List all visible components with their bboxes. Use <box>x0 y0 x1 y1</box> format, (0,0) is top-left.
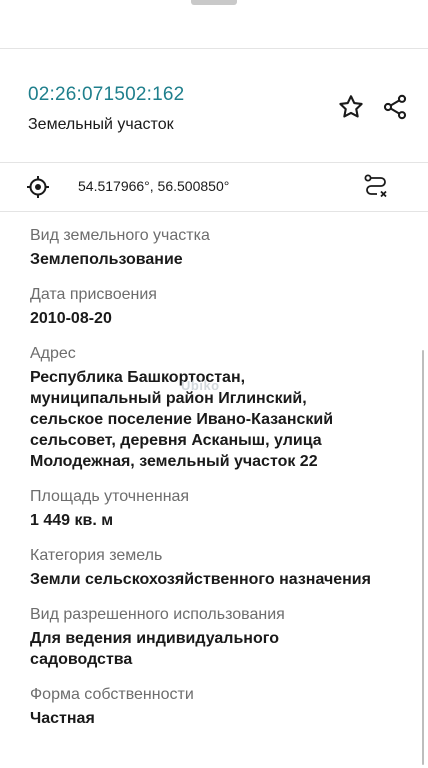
field-value: Для ведения индивидуального садоводства <box>30 630 279 668</box>
field-label: Вид земельного участка <box>30 227 210 244</box>
field-value: Республика Башкортостан, муниципальный р… <box>30 369 334 470</box>
crosshair-icon <box>27 176 49 198</box>
share-icon <box>383 94 407 120</box>
divider <box>0 211 428 212</box>
header-actions <box>336 92 410 122</box>
watermark: Ubiko <box>181 378 220 393</box>
field-label: Адрес <box>30 345 76 362</box>
field-label: Площадь уточненная <box>30 488 190 505</box>
field-label: Дата присвоения <box>30 286 157 303</box>
favorite-button[interactable] <box>336 92 366 122</box>
field-value: 2010-08-20 <box>30 310 112 327</box>
scrollbar[interactable] <box>421 350 424 765</box>
field-label: Форма собственности <box>30 686 194 703</box>
divider <box>0 48 428 49</box>
field-permitted-use: Вид разрешенного использования Для веден… <box>30 605 410 670</box>
field-label: Категория земель <box>30 547 163 564</box>
field-land-category: Категория земель Земли сельскохозяйствен… <box>30 546 410 590</box>
field-value: Землепользование <box>30 251 183 268</box>
sheet-drag-handle[interactable] <box>191 0 237 5</box>
field-label: Вид разрешенного использования <box>30 606 285 623</box>
object-type: Земельный участок <box>28 116 174 133</box>
field-value: 1 449 кв. м <box>30 512 114 529</box>
share-button[interactable] <box>380 92 410 122</box>
field-address: Адрес Республика Башкортостан, муниципал… <box>30 344 410 472</box>
field-value: Земли сельскохозяйственного назначения <box>30 571 371 588</box>
field-land-type: Вид земельного участка Землепользование <box>30 226 410 270</box>
field-value: Частная <box>30 710 95 727</box>
parcel-details: Вид земельного участка Землепользование … <box>30 226 410 744</box>
parcel-header: 02:26:071502:162 Земельный участок <box>28 82 328 136</box>
field-area: Площадь уточненная 1 449 кв. м <box>30 487 410 531</box>
coordinates-row: 54.517966°, 56.500850° <box>0 163 428 211</box>
field-assignment-date: Дата присвоения 2010-08-20 <box>30 285 410 329</box>
route-button[interactable] <box>362 173 390 206</box>
field-ownership: Форма собственности Частная <box>30 685 410 729</box>
route-icon <box>364 174 387 198</box>
star-icon <box>339 95 363 118</box>
cadastral-number[interactable]: 02:26:071502:162 <box>28 82 328 108</box>
coordinates-text[interactable]: 54.517966°, 56.500850° <box>78 178 229 194</box>
locate-button[interactable] <box>26 175 50 204</box>
